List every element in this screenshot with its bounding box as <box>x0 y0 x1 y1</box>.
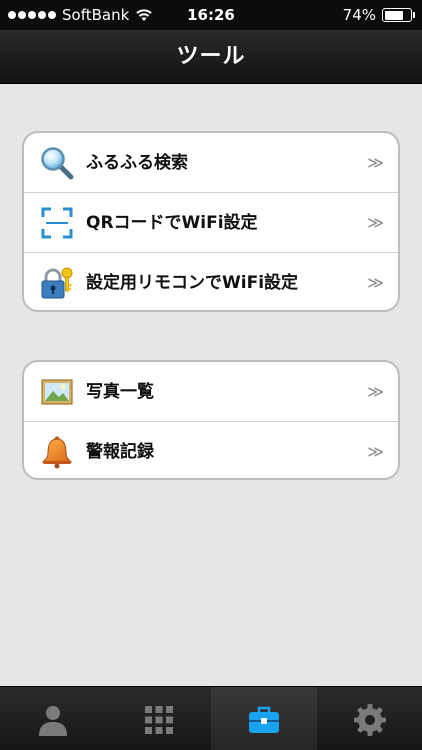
navigation-bar: ツール <box>0 30 422 84</box>
row-label: ふるふる検索 <box>86 153 188 173</box>
row-label: 設定用リモコンでWiFi設定 <box>86 273 299 293</box>
row-photo-list[interactable]: 写真一覧 ≫ <box>24 362 398 422</box>
row-qr-wifi-setup[interactable]: QRコードでWiFi設定 ≫ <box>24 193 398 253</box>
tools-group-records: 写真一覧 ≫ 警報記録 ≫ <box>22 360 400 480</box>
gear-icon <box>353 704 386 736</box>
photo-icon <box>41 379 73 405</box>
toolbox-icon <box>249 706 279 733</box>
battery-percent: 74% <box>342 6 376 24</box>
qr-frame-icon <box>41 207 73 239</box>
lock-key-icon <box>41 267 73 299</box>
chevron-right-icon: ≫ <box>367 442 384 461</box>
row-label: 写真一覧 <box>86 382 154 402</box>
row-furufuru-search[interactable]: ふるふる検索 ≫ <box>24 133 398 193</box>
person-icon <box>39 706 67 736</box>
tab-menu[interactable] <box>106 687 212 750</box>
tab-settings[interactable] <box>317 687 422 750</box>
chevron-right-icon: ≫ <box>367 382 384 401</box>
page-title: ツール <box>176 44 246 69</box>
tab-tools[interactable] <box>211 687 317 750</box>
row-label: 警報記録 <box>86 442 154 462</box>
tab-bar <box>0 686 422 750</box>
chevron-right-icon: ≫ <box>367 213 384 232</box>
row-remote-wifi-setup[interactable]: 設定用リモコンでWiFi設定 ≫ <box>24 253 398 310</box>
magnifier-icon <box>41 147 74 180</box>
status-bar: SoftBank 16:26 74% <box>0 0 422 30</box>
chevron-right-icon: ≫ <box>367 153 384 172</box>
grid-icon <box>144 706 173 734</box>
bell-icon <box>41 436 73 469</box>
battery-info: 74% <box>342 6 415 24</box>
chevron-right-icon: ≫ <box>367 273 384 292</box>
tab-account[interactable] <box>0 687 106 750</box>
row-alarm-records[interactable]: 警報記録 ≫ <box>24 422 398 478</box>
row-label: QRコードでWiFi設定 <box>86 213 258 233</box>
tools-group-wifi: ふるふる検索 ≫ QRコードでWiFi設定 ≫ 設定用リモコンでWiFi設定 ≫ <box>22 131 400 312</box>
battery-icon <box>382 8 415 22</box>
